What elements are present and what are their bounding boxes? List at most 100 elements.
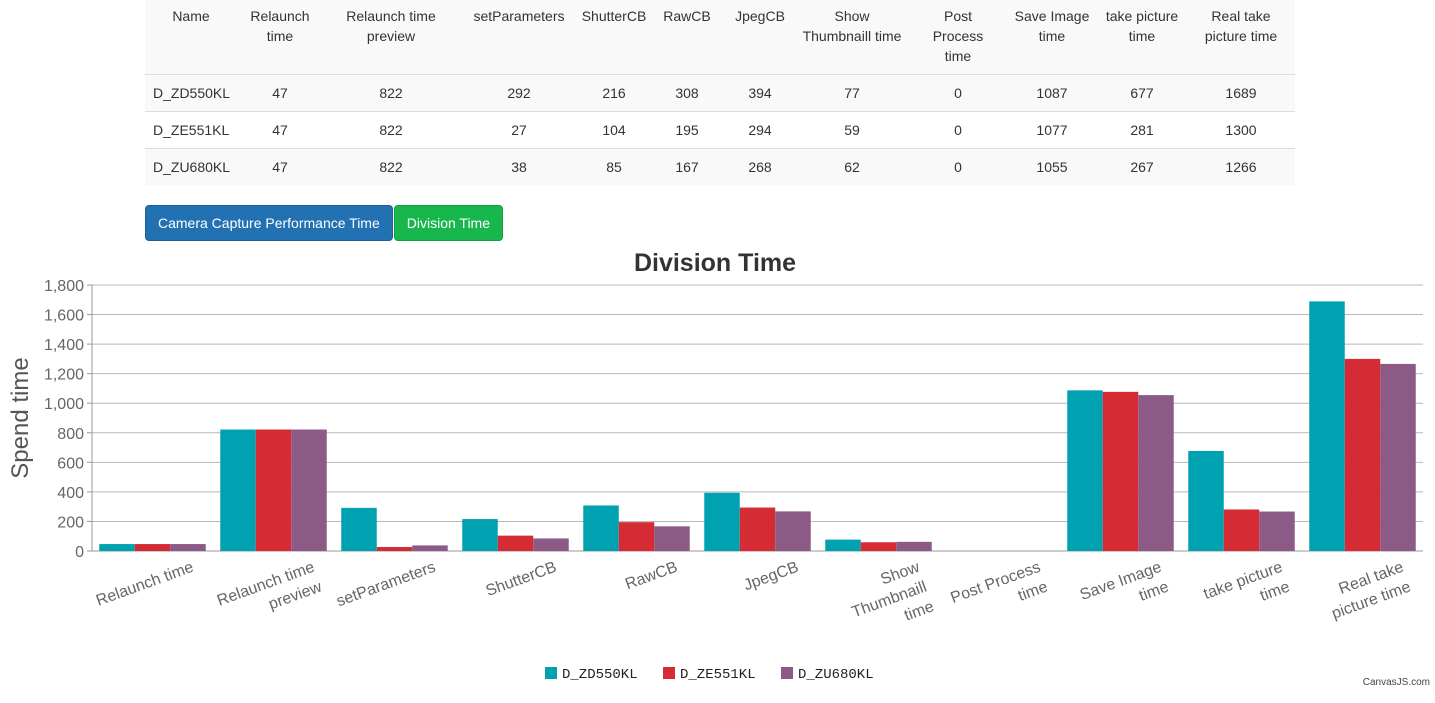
bar [896,541,932,551]
table-cell: 822 [323,111,459,149]
view-toggle-buttons: Camera Capture Performance Time Division … [145,205,504,241]
legend-label: D_ZU680KL [798,667,874,683]
table-cell: 47 [237,148,323,185]
bar [583,505,619,551]
x-tick-label: ShutterCB [484,559,559,600]
table-cell: 167 [649,148,725,185]
bar [291,429,327,551]
x-tick-label: take picturetime [1201,559,1292,623]
y-tick-label: 1,000 [44,396,84,413]
table-cell: 822 [323,148,459,185]
y-tick-label: 1,800 [44,278,84,295]
bar [1138,395,1174,551]
bar [1067,390,1103,551]
table-row: D_ZE551KL 47 822 27 104 195 294 59 0 1077 281 1300 [145,111,1295,149]
table-cell: 38 [459,148,579,185]
table-cell: 1266 [1187,148,1295,185]
x-tick-label: JpegCB [742,559,801,594]
table-cell: 104 [579,111,649,149]
y-tick-label: 1,400 [44,337,84,354]
bar [412,545,448,551]
y-tick-label: 400 [57,485,84,502]
x-tick-label: Relaunch time [94,559,196,610]
bar [255,429,292,551]
table-cell: 216 [579,74,649,112]
table-cell: 62 [795,148,909,185]
table-cell: 59 [795,111,909,149]
bar [1259,511,1295,551]
table-cell: 47 [237,111,323,149]
x-tick-label: Save Imagetime [1078,559,1171,624]
results-table: Name Relaunch time Relaunch time preview setP… [145,0,1295,185]
y-tick-label: 1,600 [44,308,84,325]
table-header-row: Name Relaunch time Relaunch time preview setP… [145,0,1295,75]
y-tick-label: 0 [75,544,84,561]
camera-capture-performance-button[interactable]: Camera Capture Performance Time [145,205,393,241]
column-header: take picture time [1097,0,1187,75]
table-cell: 292 [459,74,579,112]
y-tick-label: 800 [57,426,84,443]
column-header: Relaunch time [237,0,323,75]
legend-label: D_ZE551KL [680,667,756,683]
y-tick-label: 1,200 [44,367,84,384]
table-cell: 1300 [1187,111,1295,149]
table-cell: 0 [909,111,1007,149]
bar [134,544,171,551]
column-header: Save Image time [1007,0,1097,75]
bar [739,507,776,551]
device-name-cell: D_ZE551KL [145,111,237,149]
x-tick-label: Relaunch timepreview [215,559,325,630]
table-cell: 308 [649,74,725,112]
table-cell: 0 [909,74,1007,112]
column-header: setParameters [459,0,579,75]
bar [1223,509,1260,551]
table-cell: 47 [237,74,323,112]
x-tick-label: RawCB [623,559,680,594]
bar [860,542,897,551]
x-tick-label: Real takepicture time [1322,559,1413,623]
bar [1309,301,1345,551]
canvasjs-credit[interactable]: CanvasJS.com [1363,677,1430,688]
table-cell: 281 [1097,111,1187,149]
bar [618,522,655,551]
table-cell: 0 [909,148,1007,185]
chart-title: Division Time [634,249,796,277]
column-header: JpegCB [725,0,795,75]
bar [654,526,690,551]
legend-swatch [663,667,675,679]
bar [170,544,206,551]
table-cell: 27 [459,111,579,149]
table-cell: 77 [795,74,909,112]
table-cell: 1689 [1187,74,1295,112]
bar [1380,363,1416,551]
table-cell: 1055 [1007,148,1097,185]
results-table-container: Name Relaunch time Relaunch time preview setP… [145,0,1295,185]
column-header: RawCB [649,0,725,75]
legend-label: D_ZD550KL [562,667,638,683]
y-tick-label: 200 [57,514,84,531]
bar [341,507,377,551]
table-cell: 1077 [1007,111,1097,149]
column-header: Show Thumbnaill time [795,0,909,75]
bar [1188,450,1224,551]
bar [1344,358,1381,551]
device-name-cell: D_ZD550KL [145,74,237,112]
table-cell: 294 [725,111,795,149]
table-cell: 677 [1097,74,1187,112]
bar [376,547,413,551]
bar [220,429,256,551]
division-time-button[interactable]: Division Time [393,205,504,241]
y-tick-label: 600 [57,455,84,472]
table-cell: 85 [579,148,649,185]
bar [497,535,534,551]
table-cell: 1087 [1007,74,1097,112]
table-cell: 267 [1097,148,1187,185]
bar [99,544,135,551]
legend-swatch [545,667,557,679]
column-header: Name [145,0,237,75]
column-header: Post Process time [909,0,1007,75]
device-name-cell: D_ZU680KL [145,148,237,185]
table-cell: 268 [725,148,795,185]
bar [775,511,811,551]
bar [1102,391,1139,551]
